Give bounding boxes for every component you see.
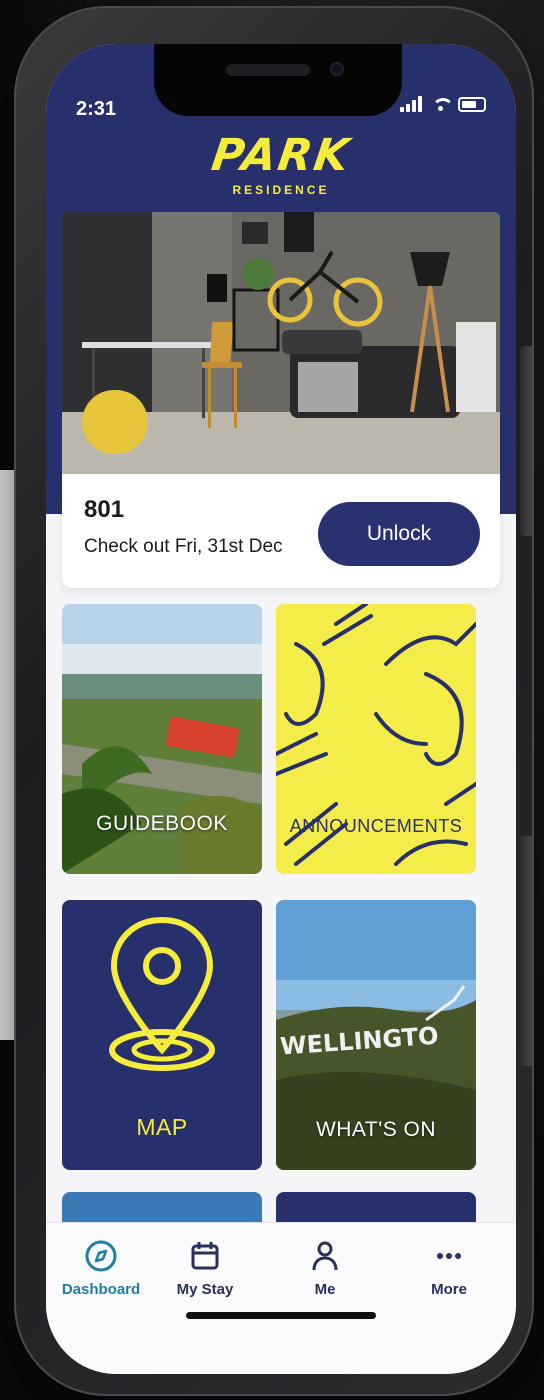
tab-more[interactable]: More: [394, 1239, 504, 1299]
announcements-label: ANNOUNCEMENTS: [289, 816, 463, 836]
home-indicator[interactable]: [186, 1312, 376, 1319]
battery-icon: [458, 97, 486, 112]
tab-my-stay-label: My Stay: [176, 1281, 234, 1298]
calendar-icon: [191, 1242, 219, 1270]
tab-bar: Dashboard My Stay Me More: [46, 1222, 516, 1374]
side-button: [520, 836, 534, 1066]
notch: [154, 44, 402, 116]
front-camera: [330, 62, 344, 76]
announcements-tile[interactable]: ANNOUNCEMENTS: [276, 604, 476, 874]
map-tile[interactable]: MAP: [62, 900, 262, 1170]
tab-my-stay[interactable]: My Stay: [150, 1239, 260, 1299]
status-time: 2:31: [76, 98, 117, 120]
whats-on-label: WHAT'S ON: [315, 1118, 437, 1141]
phone-frame: 2:31 PARK RESIDENCE 801 Check out Fri, 3…: [14, 6, 534, 1396]
guidebook-label: GUIDEBOOK: [96, 812, 228, 835]
unlock-button[interactable]: Unlock: [318, 502, 480, 566]
tab-me[interactable]: Me: [270, 1239, 380, 1299]
speaker: [226, 64, 310, 76]
brand-name: PARK: [208, 130, 354, 181]
tab-me-label: Me: [314, 1281, 336, 1298]
room-photo: [62, 212, 500, 484]
signal-icon: [400, 96, 422, 112]
tab-dashboard[interactable]: Dashboard: [46, 1239, 156, 1299]
status-icons: [400, 96, 486, 112]
checkout-date: Check out Fri, 31st Dec: [84, 536, 283, 557]
brand-subtitle: RESIDENCE: [232, 183, 330, 197]
side-button: [520, 346, 534, 536]
person-icon: [312, 1241, 338, 1271]
wifi-icon: [430, 96, 454, 112]
room-number: 801: [84, 496, 125, 523]
app-screen: 2:31 PARK RESIDENCE 801 Check out Fri, 3…: [46, 44, 516, 1374]
map-label: MAP: [136, 1114, 188, 1140]
more-dots-icon: [437, 1253, 461, 1259]
compass-icon: [85, 1240, 117, 1272]
guidebook-tile[interactable]: GUIDEBOOK: [62, 604, 262, 874]
room-card: 801 Check out Fri, 31st Dec Unlock: [62, 474, 500, 588]
tab-more-label: More: [431, 1281, 467, 1298]
whats-on-tile[interactable]: WELLINGTO WHAT'S ON: [276, 900, 476, 1170]
tab-dashboard-label: Dashboard: [61, 1281, 141, 1298]
brand-logo: PARK RESIDENCE: [46, 130, 516, 197]
